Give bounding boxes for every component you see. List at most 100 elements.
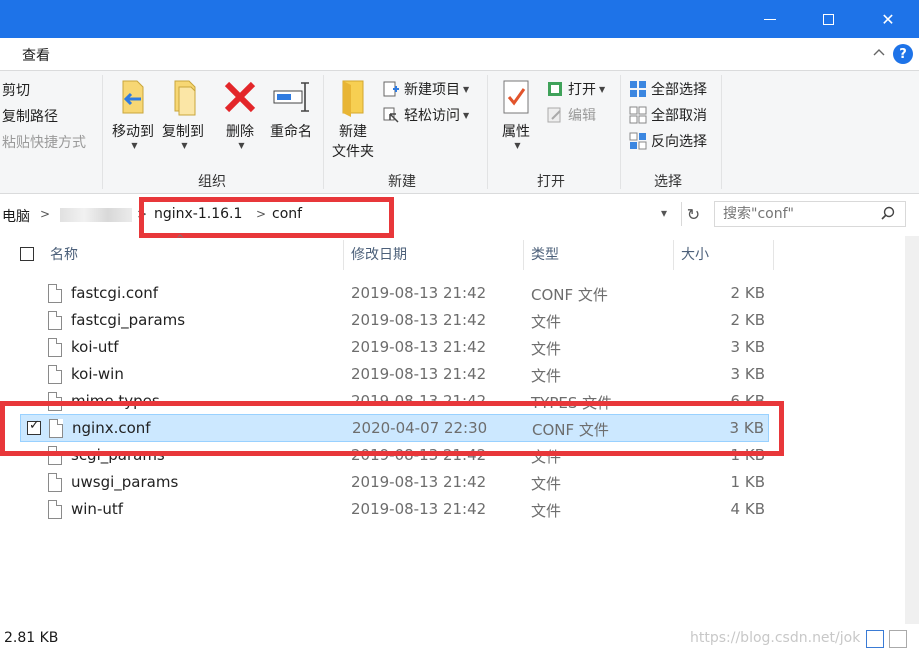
open-label: 打开 — [568, 82, 596, 98]
search-input[interactable] — [715, 202, 875, 226]
vertical-scrollbar[interactable] — [905, 236, 919, 624]
file-type: 文件 — [531, 340, 562, 358]
close-button[interactable]: ✕ — [860, 0, 916, 38]
help-icon[interactable]: ? — [893, 44, 913, 64]
new-group-label: 新建 — [388, 174, 416, 190]
file-name: uwsgi_params — [71, 473, 179, 491]
edit-icon — [547, 107, 561, 123]
file-type: 文件 — [531, 502, 562, 520]
rename-button[interactable]: 重命名 — [266, 77, 316, 141]
open-group-label: 打开 — [537, 174, 565, 190]
file-row-fastcgi-conf[interactable]: fastcgi.conf 2019-08-13 21:42 CONF 文件 2 … — [20, 280, 769, 307]
new-folder-button[interactable]: 新建 文件夹 — [328, 77, 378, 161]
copy-to-button[interactable]: 复制到 ▼ — [158, 77, 208, 150]
file-name: win-utf — [71, 500, 124, 518]
select-all-button[interactable]: 全部选择 — [629, 79, 707, 99]
file-icon — [48, 473, 62, 492]
properties-button[interactable]: 属性 ▼ — [494, 77, 538, 150]
column-name[interactable]: 名称 — [42, 236, 342, 272]
file-type: 文件 — [531, 475, 562, 493]
chevron-down-icon: ▼ — [463, 110, 470, 120]
address-bar[interactable]: 电脑 > > nginx-1.16.1 > conf ▾ ↻ — [0, 198, 919, 232]
easy-access-label: 轻松访问 — [404, 108, 460, 124]
chevron-down-icon: ▼ — [181, 141, 188, 150]
select-none-button[interactable]: 全部取消 — [629, 105, 707, 125]
group-divider — [102, 75, 103, 189]
refresh-icon[interactable]: ↻ — [681, 202, 705, 226]
delete-label: 删除 — [226, 124, 254, 140]
cut-button[interactable]: 剪切 — [2, 80, 30, 100]
close-icon: ✕ — [881, 9, 895, 29]
column-type-label: 类型 — [531, 247, 559, 263]
column-modified[interactable]: 修改日期 — [343, 236, 523, 272]
minimize-icon — [764, 18, 776, 20]
minimize-button[interactable] — [742, 0, 798, 38]
move-to-icon — [113, 77, 153, 117]
file-row-win-utf[interactable]: win-utf 2019-08-13 21:42 文件 4 KB — [20, 496, 769, 523]
file-icon — [48, 365, 62, 384]
select-all-checkbox[interactable] — [20, 247, 34, 261]
new-item-icon — [383, 81, 399, 97]
file-row-uwsgi-params[interactable]: uwsgi_params 2019-08-13 21:42 文件 1 KB — [20, 469, 769, 496]
tab-view[interactable]: 查看 — [22, 45, 50, 65]
file-size: 1 KB — [730, 473, 765, 491]
move-to-label: 移动到 — [112, 124, 154, 140]
search-box[interactable] — [714, 201, 906, 227]
file-name: fastcgi_params — [71, 311, 186, 329]
title-bar: ✕ — [0, 0, 919, 38]
watermark-text: https://blog.csdn.net/jok — [690, 630, 861, 646]
column-modified-label: 修改日期 — [351, 247, 407, 263]
group-divider — [487, 75, 488, 189]
new-folder-label-2: 文件夹 — [332, 144, 374, 160]
move-to-button[interactable]: 移动到 ▼ — [108, 77, 158, 150]
file-icon — [48, 284, 62, 303]
file-date: 2019-08-13 21:42 — [351, 500, 487, 518]
file-type: CONF 文件 — [531, 286, 608, 304]
file-name: koi-win — [71, 365, 124, 383]
column-size-label: 大小 — [681, 247, 709, 263]
file-date: 2019-08-13 21:42 — [351, 338, 487, 356]
file-date: 2019-08-13 21:42 — [351, 365, 487, 383]
breadcrumb-root[interactable]: 电脑 — [2, 206, 30, 226]
large-icons-view-icon[interactable] — [889, 630, 907, 648]
ribbon: 剪切 复制路径 粘贴快捷方式 移动到 ▼ 复制到 ▼ 删除 ▼ 重命名 组织 新… — [0, 70, 919, 194]
details-view-icon[interactable] — [866, 630, 884, 648]
status-bar: 2.81 KB https://blog.csdn.net/jok — [0, 626, 919, 653]
file-row-koi-utf[interactable]: koi-utf 2019-08-13 21:42 文件 3 KB — [20, 334, 769, 361]
chevron-down-icon: ▼ — [238, 141, 245, 150]
maximize-button[interactable] — [800, 0, 856, 38]
selection-size: 2.81 KB — [4, 630, 59, 646]
edit-button[interactable]: 编辑 — [546, 105, 596, 125]
open-button[interactable]: 打开 ▼ — [546, 79, 605, 99]
select-none-icon — [629, 106, 647, 124]
new-item-button[interactable]: 新建项目 ▼ — [382, 79, 469, 99]
copy-path-button[interactable]: 复制路径 — [2, 106, 58, 126]
invert-selection-icon — [629, 132, 647, 150]
column-size[interactable]: 大小 — [673, 236, 773, 272]
chevron-right-icon[interactable]: > — [40, 207, 50, 221]
easy-access-button[interactable]: 轻松访问 ▼ — [382, 105, 469, 125]
column-divider[interactable] — [773, 240, 774, 270]
column-name-label: 名称 — [50, 247, 78, 263]
open-icon — [548, 82, 562, 96]
chevron-down-icon[interactable]: ▾ — [661, 206, 667, 220]
organize-group-label: 组织 — [198, 174, 226, 190]
file-type: 文件 — [531, 367, 562, 385]
select-none-label: 全部取消 — [651, 108, 707, 124]
group-divider — [620, 75, 621, 189]
paste-shortcut-button[interactable]: 粘贴快捷方式 — [2, 132, 86, 152]
file-icon — [48, 338, 62, 357]
file-size: 2 KB — [730, 311, 765, 329]
delete-button[interactable]: 删除 ▼ — [218, 77, 262, 150]
file-name: fastcgi.conf — [71, 284, 159, 302]
copy-to-icon — [163, 77, 203, 117]
column-type[interactable]: 类型 — [523, 236, 673, 272]
file-icon — [48, 500, 62, 519]
search-icon[interactable] — [881, 206, 895, 220]
folder-icon — [333, 77, 373, 117]
invert-selection-button[interactable]: 反向选择 — [629, 131, 707, 151]
file-row-koi-win[interactable]: koi-win 2019-08-13 21:42 文件 3 KB — [20, 361, 769, 388]
file-row-fastcgi-params[interactable]: fastcgi_params 2019-08-13 21:42 文件 2 KB — [20, 307, 769, 334]
group-divider — [721, 75, 722, 189]
collapse-ribbon-icon[interactable] — [870, 44, 888, 62]
